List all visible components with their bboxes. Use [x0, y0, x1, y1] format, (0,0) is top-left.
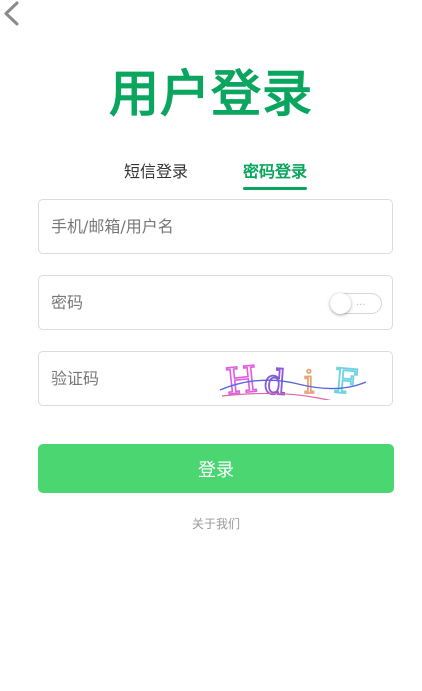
tab-sms-login-label: 短信登录 [124, 162, 189, 181]
captcha-char: F [332, 361, 359, 400]
tab-password-login[interactable]: 密码登录 [243, 160, 308, 190]
back-button[interactable] [0, 0, 26, 28]
captcha-field: H d i F [38, 351, 393, 406]
chevron-left-icon [4, 1, 19, 26]
tab-sms-login[interactable]: 短信登录 [124, 160, 188, 190]
login-button[interactable]: 登录 [38, 444, 394, 493]
tab-password-login-label: 密码登录 [243, 162, 308, 181]
account-field [38, 199, 393, 254]
active-tab-underline [243, 187, 308, 190]
toggle-dots: ... [356, 297, 366, 308]
page-title: 用户登录 [109, 65, 313, 123]
account-input[interactable] [51, 200, 381, 253]
captcha-image[interactable]: H d i F [218, 360, 368, 400]
captcha-char: i [304, 363, 314, 400]
password-field: ... [38, 275, 393, 330]
captcha-input[interactable] [51, 352, 211, 405]
password-input[interactable] [51, 276, 311, 329]
password-visibility-toggle[interactable]: ... [330, 293, 382, 314]
about-us-link[interactable]: 关于我们 [0, 515, 422, 533]
login-tabs: 短信登录 密码登录 [0, 160, 422, 192]
toggle-knob [330, 293, 351, 314]
